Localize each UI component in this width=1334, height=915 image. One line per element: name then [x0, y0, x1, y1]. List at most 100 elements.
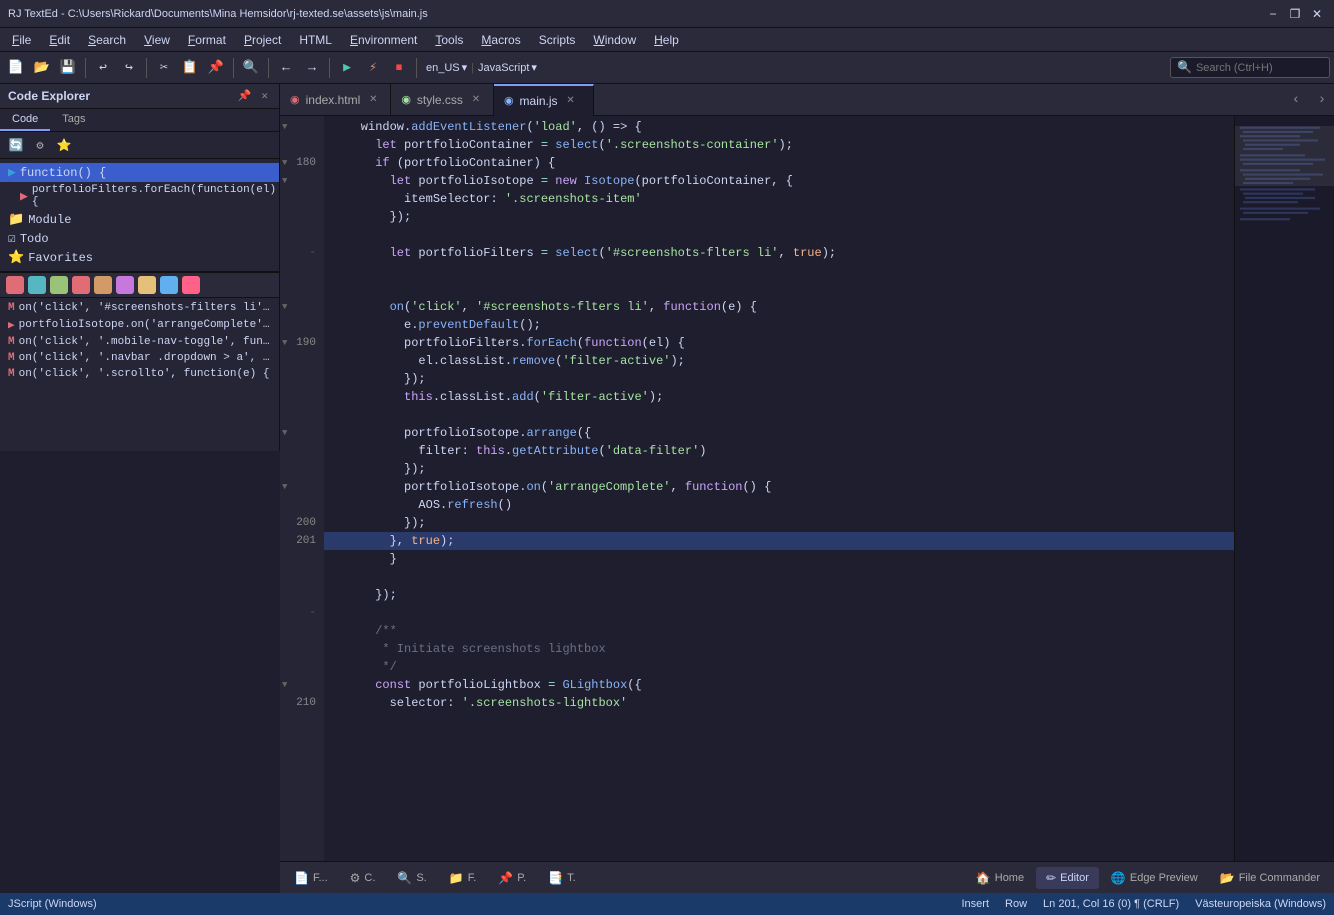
editor-icon: ✏ — [1046, 871, 1056, 885]
save-button[interactable]: 💾 — [56, 56, 80, 80]
tab-index-html[interactable]: ◉ index.html ✕ — [280, 84, 391, 116]
tree-item-function[interactable]: ▶ function() { — [0, 163, 279, 182]
tree-item-todo[interactable]: ☑ Todo — [0, 229, 279, 248]
undo-button[interactable]: ↩ — [91, 56, 115, 80]
code-line-remove: el.classList.remove('filter-active'); — [324, 352, 1234, 370]
tree-item-favorites[interactable]: ⭐ Favorites — [0, 248, 279, 267]
menu-view[interactable]: View — [136, 31, 178, 49]
menu-search[interactable]: Search — [80, 31, 134, 49]
menu-tools[interactable]: Tools — [427, 31, 471, 49]
tab-close-js[interactable]: ✕ — [564, 94, 578, 108]
tab-code[interactable]: Code — [0, 109, 50, 131]
search-input[interactable] — [1196, 62, 1323, 74]
code-line-close2: }); — [324, 370, 1234, 388]
tab-style-css[interactable]: ◉ style.css ✕ — [391, 84, 494, 116]
copy-button[interactable]: 📋 — [178, 56, 202, 80]
stop-button[interactable]: ⏹ — [387, 56, 411, 80]
pin-button[interactable]: 📌 — [235, 88, 255, 104]
tab-bar: ◉ index.html ✕ ◉ style.css ✕ ◉ main.js ✕… — [280, 84, 1334, 116]
menu-file[interactable]: File — [4, 31, 39, 49]
bottom-item-4[interactable]: M on('click', '.navbar .dropdown > a', f… — [0, 350, 279, 366]
debug-button[interactable]: ⚡ — [361, 56, 385, 80]
explorer-close-button[interactable]: ✕ — [258, 88, 271, 104]
code-line-isotope: let portfolioIsotope = new Isotope(portf… — [324, 172, 1234, 190]
menu-help[interactable]: Help — [646, 31, 687, 49]
gutter-line — [280, 586, 324, 604]
item-icon-3: M — [8, 336, 15, 348]
separator-5 — [329, 58, 330, 78]
tab-main-js[interactable]: ◉ main.js ✕ — [494, 84, 594, 116]
bottom-tab-s[interactable]: 🔍 S. — [387, 867, 436, 889]
tab-label-p: P. — [517, 872, 526, 884]
tab-close-css[interactable]: ✕ — [469, 93, 483, 107]
bottom-tab-file-commander[interactable]: 📂 File Commander — [1210, 867, 1330, 889]
bottom-tab-edge-preview[interactable]: 🌐 Edge Preview — [1101, 867, 1208, 889]
new-button[interactable]: 📄 — [4, 56, 28, 80]
tree-item-portfolio-filters[interactable]: ▶ portfolioFilters.forEach(function(el) … — [0, 182, 279, 210]
cut-button[interactable]: ✂ — [152, 56, 176, 80]
find-button[interactable]: 🔍 — [239, 56, 263, 80]
bottom-tab-editor[interactable]: ✏ Editor — [1036, 867, 1099, 889]
bottom-tab-home[interactable]: 🏠 Home — [966, 867, 1034, 889]
gutter-line-201: 201 — [280, 532, 324, 550]
gutter-line-180: ▼180 — [280, 154, 324, 172]
bottom-function-list: M on('click', '#screenshots-filters li',… — [0, 298, 279, 451]
tab-label-html: index.html — [306, 93, 361, 107]
menu-window[interactable]: Window — [585, 31, 644, 49]
close-button[interactable]: ✕ — [1308, 5, 1326, 23]
menu-project[interactable]: Project — [236, 31, 289, 49]
status-bar: JScript (Windows) Insert Row Ln 201, Col… — [0, 893, 1334, 915]
tree-item-module[interactable]: 📁 Module — [0, 210, 279, 229]
settings-button[interactable]: ⚙ — [30, 135, 50, 155]
tab-right-button[interactable]: › — [1310, 88, 1334, 112]
tab-label-c: C. — [364, 872, 375, 884]
bottom-tab-c[interactable]: ⚙ C. — [340, 867, 386, 889]
bottom-tab-p[interactable]: 📌 P. — [488, 867, 536, 889]
minimap — [1234, 116, 1334, 861]
menu-scripts[interactable]: Scripts — [531, 31, 584, 49]
tab-left-button[interactable]: ‹ — [1284, 88, 1308, 112]
open-button[interactable]: 📂 — [30, 56, 54, 80]
bottom-item-2[interactable]: ▶ portfolioIsotope.on('arrangeComplete',… — [0, 316, 279, 334]
gutter-line — [280, 226, 324, 244]
menu-environment[interactable]: Environment — [342, 31, 425, 49]
search-icon: 🔍 — [1177, 60, 1192, 75]
menu-html[interactable]: HTML — [291, 31, 340, 49]
forward-button[interactable]: → — [300, 56, 324, 80]
js-lang-chevron: ▾ — [531, 61, 537, 74]
code-line-onclick: on('click', '#screenshots-flters li', fu… — [324, 298, 1234, 316]
search-box[interactable]: 🔍 — [1170, 57, 1330, 78]
badge-purple — [116, 276, 134, 294]
menu-edit[interactable]: Edit — [41, 31, 78, 49]
bottom-tab-t[interactable]: 📑 T. — [538, 867, 586, 889]
language-selector[interactable]: en_US ▾ | JavaScript ▾ — [422, 61, 541, 74]
code-line-aos: AOS.refresh() — [324, 496, 1234, 514]
gutter-line — [280, 388, 324, 406]
bottom-item-1[interactable]: M on('click', '#screenshots-filters li',… — [0, 300, 279, 316]
gutter-line — [280, 640, 324, 658]
code-content[interactable]: window.addEventListener('load', () => { … — [324, 116, 1234, 861]
bottom-tab-f1[interactable]: 📄 F... — [284, 867, 338, 889]
bottom-item-5[interactable]: M on('click', '.scrollto', function(e) { — [0, 366, 279, 382]
bottom-item-3[interactable]: M on('click', '.mobile-nav-toggle', func… — [0, 334, 279, 350]
redo-button[interactable]: ↪ — [117, 56, 141, 80]
gutter-line — [280, 316, 324, 334]
star-button[interactable]: ⭐ — [54, 135, 74, 155]
back-button[interactable]: ← — [274, 56, 298, 80]
maximize-button[interactable]: ❐ — [1286, 5, 1304, 23]
function-icon: ▶ — [8, 165, 16, 180]
minimize-button[interactable]: − — [1264, 5, 1282, 23]
code-line-blank3 — [324, 280, 1234, 298]
code-line-filter: filter: this.getAttribute('data-filter') — [324, 442, 1234, 460]
bottom-tab-f2[interactable]: 📁 F. — [439, 867, 487, 889]
run-button[interactable]: ▶ — [335, 56, 359, 80]
paste-button[interactable]: 📌 — [204, 56, 228, 80]
menu-macros[interactable]: Macros — [473, 31, 528, 49]
tab-label-css: style.css — [417, 93, 463, 107]
status-mode: Insert — [962, 898, 990, 910]
refresh-button[interactable]: 🔄 — [6, 135, 26, 155]
menu-format[interactable]: Format — [180, 31, 234, 49]
tab-close-html[interactable]: ✕ — [366, 93, 380, 107]
badge-blue — [160, 276, 178, 294]
tab-tags[interactable]: Tags — [50, 109, 97, 131]
